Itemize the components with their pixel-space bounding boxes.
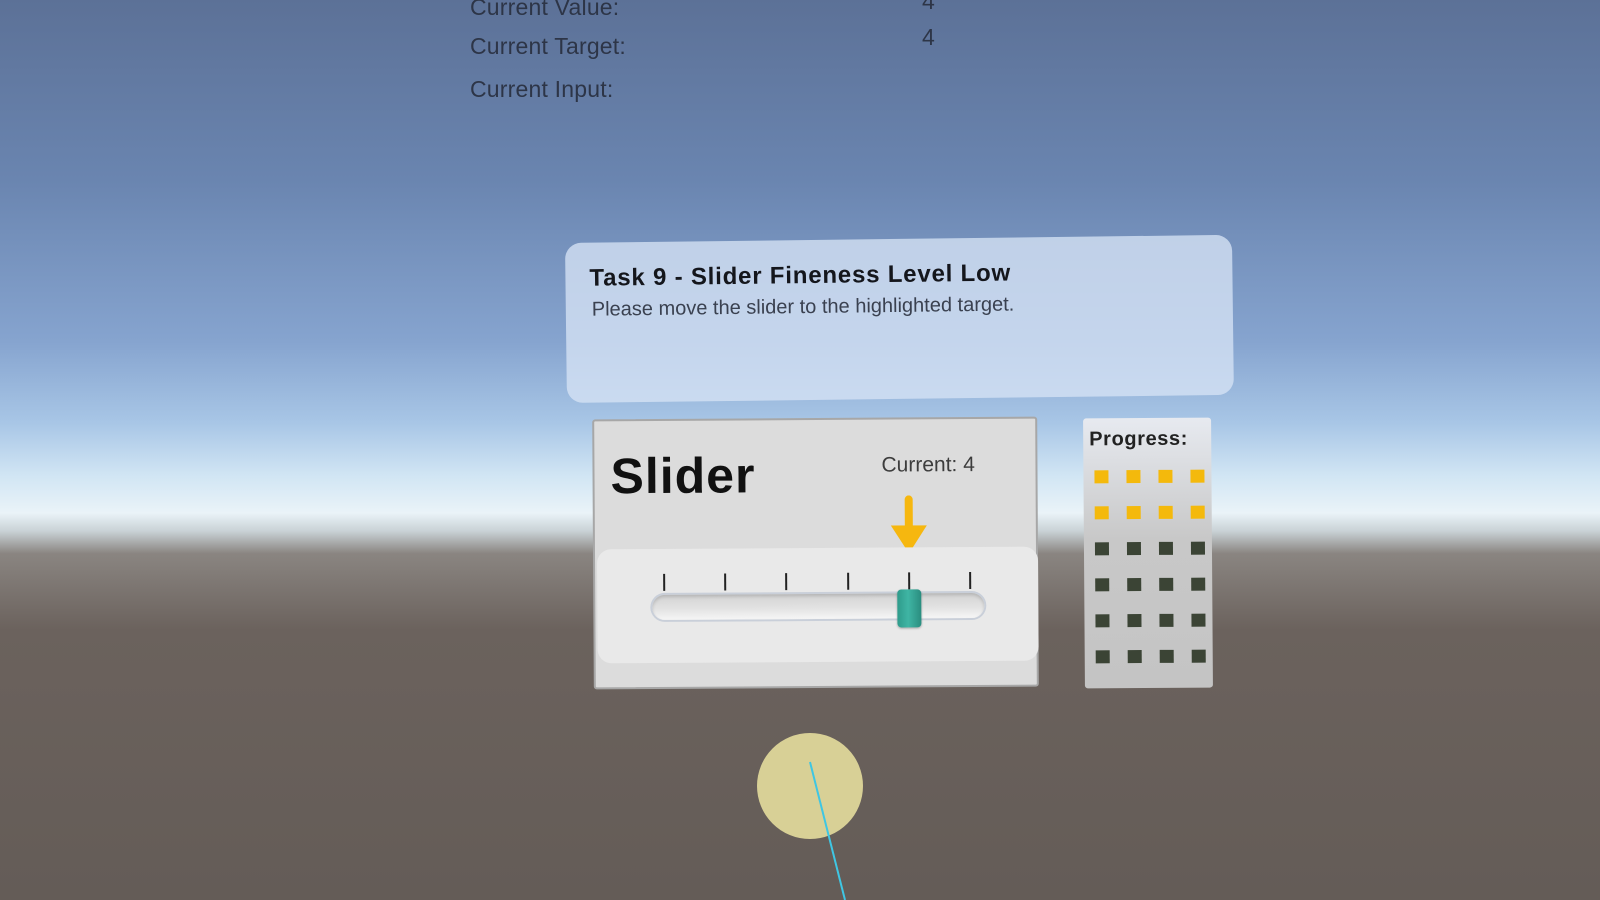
vr-scene: Current Value: 4 Current Target: 4 Curre… [0, 0, 1600, 900]
controller-pointer [757, 733, 863, 900]
pointer-cursor-icon [757, 733, 863, 839]
